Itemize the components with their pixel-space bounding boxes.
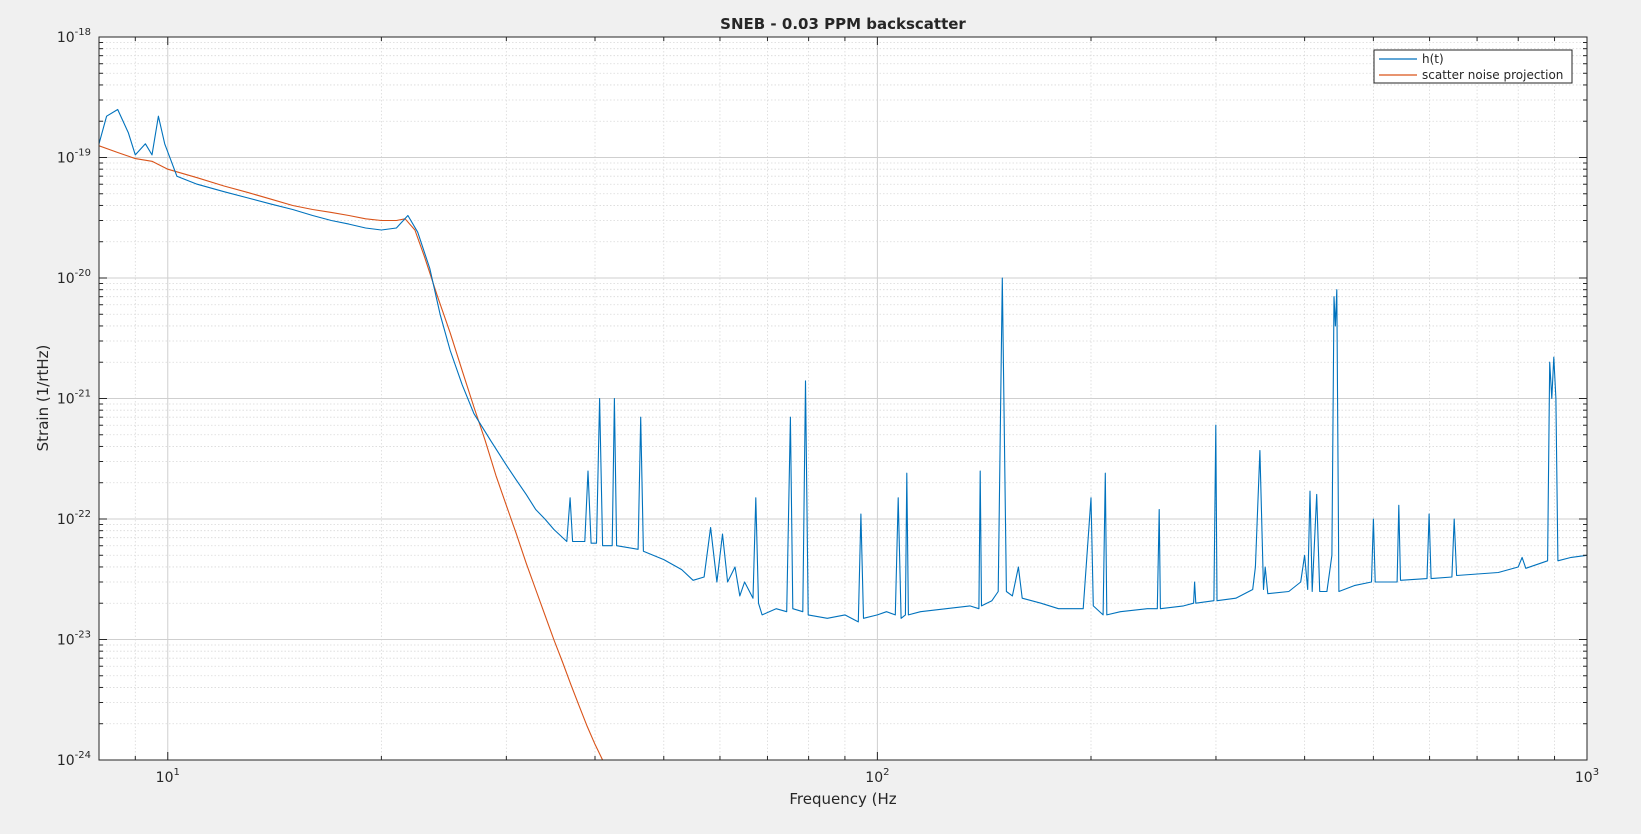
legend-label-ht: h(t) xyxy=(1422,52,1444,66)
x-tick-label-exponent: 2 xyxy=(883,767,889,778)
y-tick-label-exponent: -23 xyxy=(75,630,91,641)
y-tick-label-exponent: -20 xyxy=(75,268,91,279)
y-tick-label-exponent: -21 xyxy=(75,389,91,400)
y-tick-label-exponent: -22 xyxy=(75,509,91,520)
legend-label-scatter: scatter noise projection xyxy=(1422,68,1563,82)
y-tick-label-exponent: -19 xyxy=(75,148,91,159)
x-tick-label-exponent: 3 xyxy=(1593,767,1599,778)
x-tick-label-exponent: 1 xyxy=(173,767,179,778)
chart-title: SNEB - 0.03 PPM backscatter xyxy=(720,15,966,33)
y-tick-label-exponent: -18 xyxy=(75,27,91,38)
legend: h(t) scatter noise projection xyxy=(1373,49,1573,84)
chart-figure: 101 102 10310-1810-1910-2010-2110-2210-231… xyxy=(0,0,1641,834)
y-tick-label-exponent: -24 xyxy=(75,750,91,761)
y-axis-label: Strain (1/rtHz) xyxy=(34,345,52,452)
x-axis-label: Frequency (Hz xyxy=(789,790,896,808)
